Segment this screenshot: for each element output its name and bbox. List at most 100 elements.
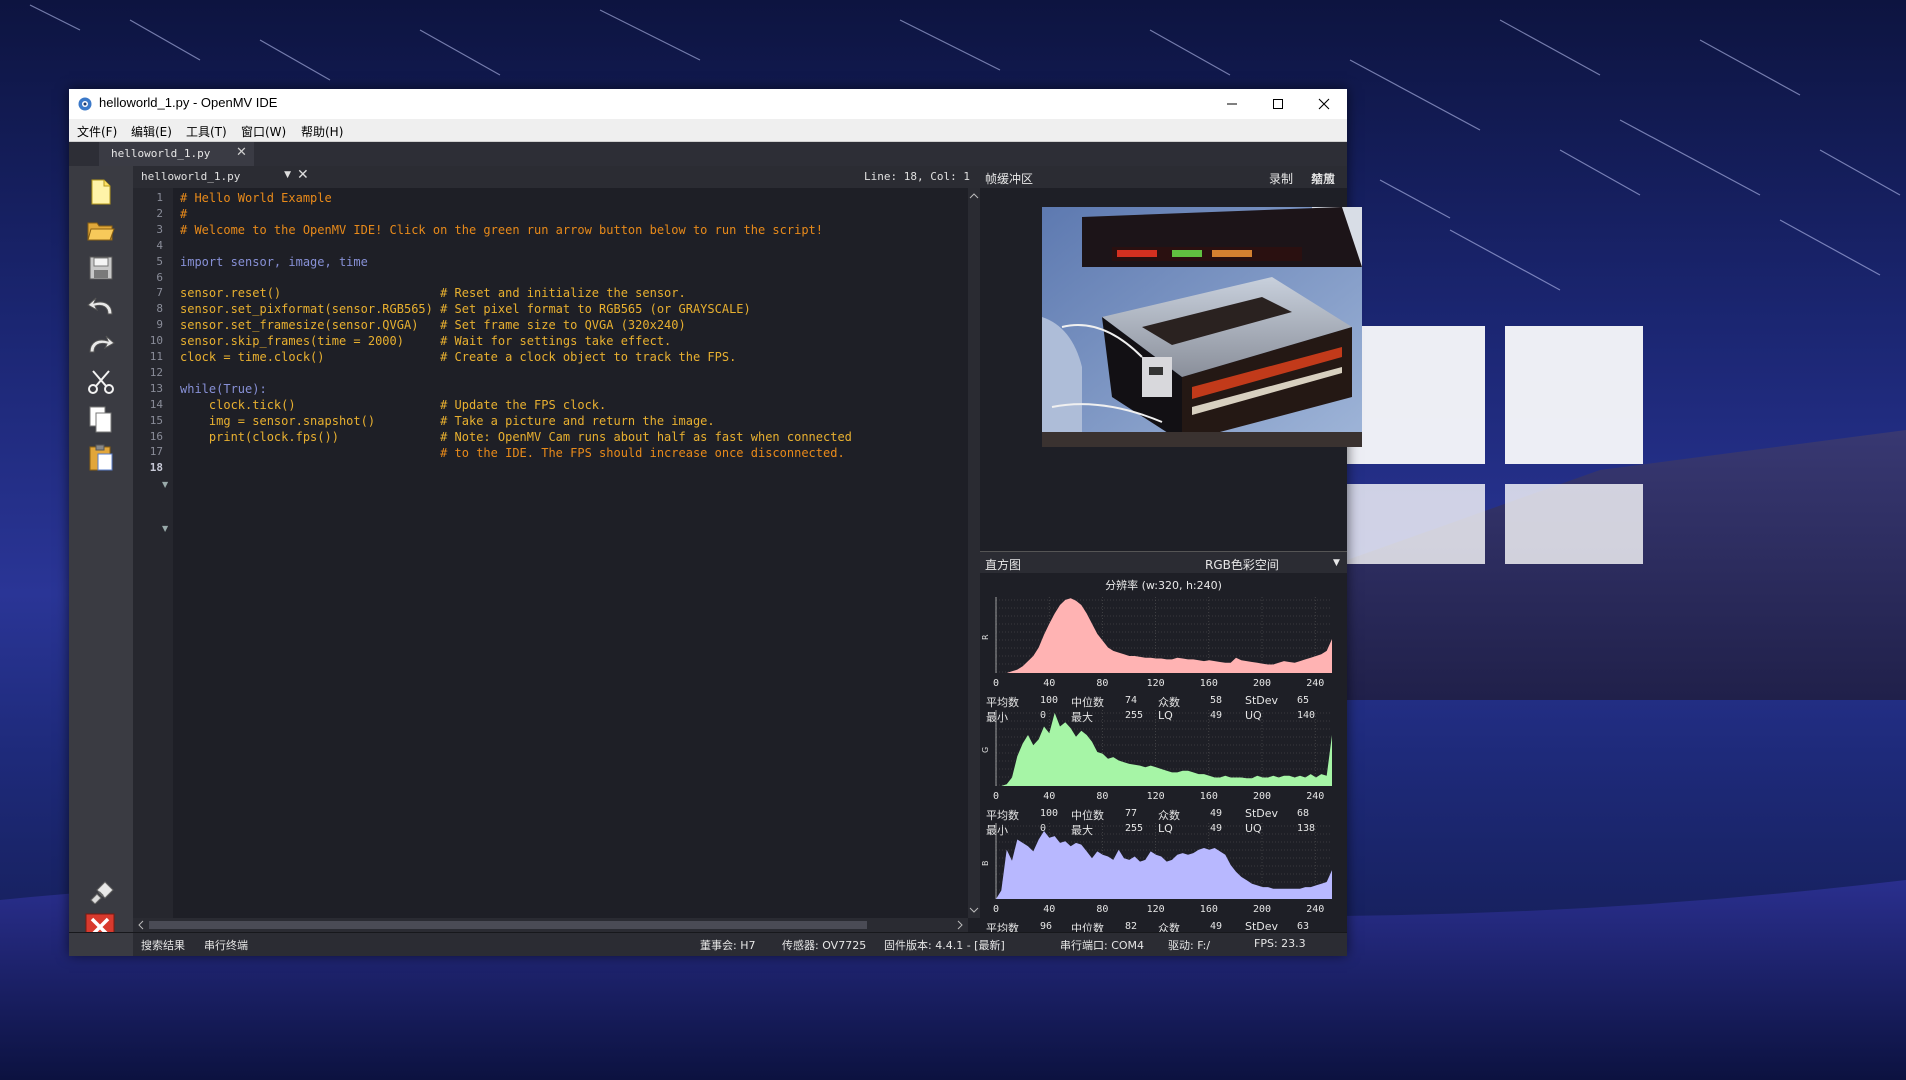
- code-line: sensor.reset() # Reset and initialize th…: [180, 286, 686, 301]
- line-number: 14: [149, 397, 163, 411]
- open-folder-icon: [87, 222, 115, 241]
- x-tick-label: 80: [1096, 791, 1109, 802]
- stat-value-b-stdev: 63: [1297, 921, 1310, 932]
- paste-button[interactable]: [85, 442, 117, 474]
- x-tick-label: 240: [1306, 791, 1325, 802]
- stat-value-b-mode: 49: [1210, 921, 1223, 932]
- x-tick-label: 40: [1043, 904, 1056, 915]
- firmware-label[interactable]: 固件版本: 4.4.1 - [最新]: [884, 937, 1005, 953]
- colorspace-select[interactable]: RGB色彩空间: [1205, 556, 1279, 573]
- record-button[interactable]: 录制: [1269, 170, 1293, 187]
- x-tick-label: 240: [1306, 904, 1325, 915]
- fold-marker-icon[interactable]: ▼: [162, 480, 168, 489]
- redo-button[interactable]: [85, 328, 117, 360]
- channel-axis-label: B: [981, 861, 990, 867]
- colorspace-chevron-down-icon[interactable]: ▼: [1333, 558, 1340, 568]
- code-text: # Hello World Example # # Welcome to the…: [180, 191, 852, 461]
- code-line: sensor.set_framesize(sensor.QVGA) # Set …: [180, 318, 686, 333]
- x-tick-label: 40: [1043, 678, 1056, 689]
- editor-vertical-scrollbar[interactable]: [968, 188, 980, 918]
- editor-header: helloworld_1.py ▼ ✕ Line: 18, Col: 1: [133, 166, 980, 189]
- disable-button[interactable]: 禁用: [1311, 170, 1335, 187]
- code-line: clock.tick() # Update the FPS clock.: [180, 397, 607, 412]
- save-button[interactable]: [85, 252, 117, 284]
- scroll-up-icon[interactable]: [968, 190, 980, 202]
- new-file-button[interactable]: [85, 176, 117, 208]
- x-tick-label: 0: [993, 678, 1000, 689]
- x-tick-label: 80: [1096, 904, 1109, 915]
- sensor-label: 传感器: OV7725: [782, 939, 867, 952]
- code-line: sensor.skip_frames(time = 2000) # Wait f…: [180, 334, 672, 349]
- status-bar: 搜索结果 串行终端 董事会: H7 传感器: OV7725 固件版本: 4.4.…: [69, 932, 1347, 956]
- code-line: # Hello World Example: [180, 191, 332, 205]
- file-selector[interactable]: helloworld_1.py ▼: [137, 167, 295, 186]
- maximize-icon: [1273, 99, 1283, 109]
- stat-value-g-stdev: 68: [1297, 808, 1310, 819]
- maximize-button[interactable]: [1255, 89, 1301, 119]
- histogram-b-area: [996, 831, 1332, 899]
- cut-button[interactable]: [85, 366, 117, 398]
- line-number: 1: [156, 191, 163, 204]
- paste-icon: [89, 444, 113, 471]
- x-tick-label: 160: [1199, 904, 1218, 915]
- line-number: 11: [149, 350, 163, 363]
- scroll-right-icon[interactable]: [954, 918, 966, 932]
- x-tick-label: 120: [1146, 678, 1165, 689]
- code-line: print(clock.fps()) # Note: OpenMV Cam ru…: [180, 429, 852, 444]
- code-line: sensor.set_pixformat(sensor.RGB565) # Se…: [180, 302, 751, 317]
- resolution-label: 分辨率 (w:320, h:240): [1105, 579, 1222, 592]
- minimize-button[interactable]: [1209, 89, 1255, 119]
- stat-value-g-mean: 100: [1040, 808, 1059, 819]
- left-toolbar: [69, 166, 134, 945]
- line-number: 2: [156, 206, 163, 220]
- document-tab-bar: helloworld_1.py ✕: [69, 142, 1347, 167]
- line-number: 12: [149, 365, 163, 379]
- code-editor[interactable]: # Hello World Example # # Welcome to the…: [173, 188, 968, 918]
- copy-button[interactable]: [85, 404, 117, 436]
- connect-button[interactable]: [85, 876, 117, 908]
- cursor-position: Line: 18, Col: 1: [864, 170, 970, 183]
- x-tick-label: 0: [993, 791, 1000, 802]
- line-number-gutter: 1 2 3 4 5 6 7 8 9 10 11 12 13 14 15 16 17 18: [133, 188, 173, 918]
- x-tick-label: 160: [1199, 791, 1218, 802]
- window-title: helloworld_1.py - OpenMV IDE: [99, 95, 278, 110]
- histogram-label: 直方图: [985, 558, 1022, 572]
- tab-helloworld[interactable]: helloworld_1.py ✕: [99, 142, 254, 166]
- line-number: 13: [149, 381, 163, 395]
- histogram-r-plot: R: [981, 597, 1332, 673]
- fold-marker-icon[interactable]: ▼: [162, 524, 168, 533]
- tab-close-icon[interactable]: ✕: [236, 145, 247, 160]
- connect-icon: [90, 881, 114, 904]
- horizontal-scroll-thumb[interactable]: [149, 921, 867, 929]
- histogram-b-plot: B: [981, 823, 1332, 899]
- stat-value-r-mode: 58: [1210, 695, 1223, 706]
- channel-axis-label: R: [981, 634, 990, 640]
- code-line: # Welcome to the OpenMV IDE! Click on th…: [180, 222, 823, 237]
- close-button[interactable]: [1301, 89, 1347, 119]
- frame-buffer-label: 帧缓冲区: [985, 172, 1034, 186]
- menu-file[interactable]: 文件(F): [77, 123, 117, 140]
- scroll-left-icon[interactable]: [135, 918, 147, 932]
- menu-edit[interactable]: 编辑(E): [131, 123, 172, 140]
- close-editor-icon[interactable]: ✕: [297, 167, 309, 183]
- search-results-tab[interactable]: 搜索结果: [141, 937, 185, 953]
- line-number: 10: [149, 334, 163, 348]
- editor-horizontal-scrollbar[interactable]: [133, 918, 968, 932]
- serial-port-label: 串行端口: COM4: [1060, 939, 1145, 952]
- code-line: clock = time.clock() # Create a clock ob…: [180, 350, 737, 365]
- close-icon: [1318, 98, 1330, 110]
- undo-button[interactable]: [85, 290, 117, 322]
- serial-terminal-tab[interactable]: 串行终端: [204, 937, 248, 953]
- open-file-button[interactable]: [85, 214, 117, 246]
- line-number: 9: [156, 318, 163, 332]
- histogram-header: 直方图 RGB色彩空间 ▼: [980, 551, 1347, 574]
- x-tick-label: 80: [1096, 678, 1109, 689]
- frame-buffer-area: [980, 188, 1362, 551]
- x-tick-label: 200: [1253, 678, 1272, 689]
- stat-value-b-median: 82: [1125, 921, 1138, 932]
- menu-tools[interactable]: 工具(T): [186, 123, 227, 140]
- menu-help[interactable]: 帮助(H): [301, 123, 343, 140]
- code-line: # to the IDE. The FPS should increase on…: [180, 445, 845, 460]
- menu-window[interactable]: 窗口(W): [241, 123, 286, 140]
- scroll-down-icon[interactable]: [968, 904, 980, 916]
